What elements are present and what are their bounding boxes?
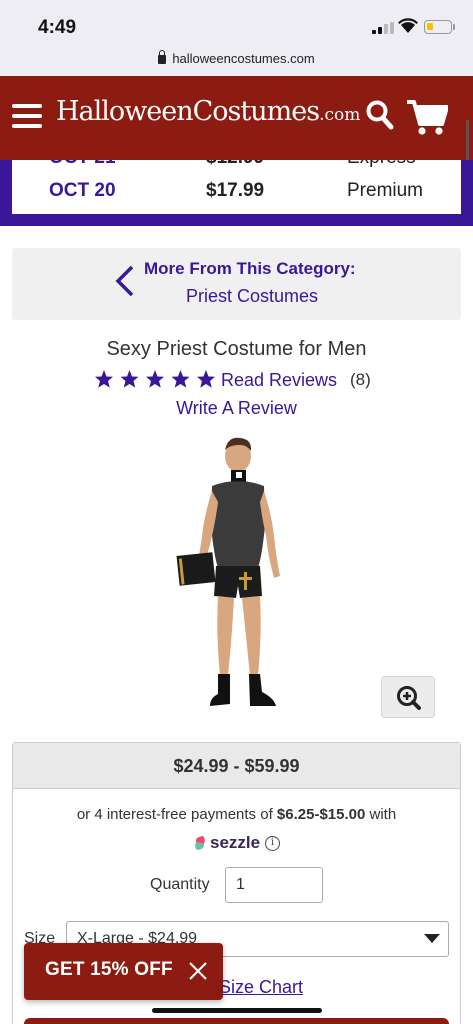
shipping-method: Express [347,160,416,169]
shipping-row: OCT 21 $12.99 Express [12,160,461,177]
installments-suffix: with [365,806,397,823]
shipping-row: OCT 20 $17.99 Premium [12,180,461,210]
shipping-date: OCT 21 [49,160,116,169]
chevron-down-icon[interactable] [424,934,440,943]
site-logo[interactable]: HalloweenCostumes.com [56,96,360,127]
url-text: halloweencostumes.com [172,51,315,66]
product-image[interactable] [170,436,300,714]
star-rating [95,370,215,388]
shipping-price: $12.99 [206,160,264,169]
star-icon [197,370,215,388]
write-review-link[interactable]: Write A Review [0,398,473,419]
add-to-cart-button[interactable] [24,1018,449,1024]
sezzle-brand[interactable]: sezzle [210,833,260,853]
category-link[interactable]: Priest Costumes [186,286,318,307]
cart-icon[interactable] [406,98,448,136]
star-icon [171,370,190,388]
price-range: $24.99 - $59.99 [13,743,460,789]
search-icon[interactable] [366,100,394,130]
star-icon [95,370,113,388]
promo-label[interactable]: GET 15% OFF [45,959,173,981]
installments-prefix: or 4 interest-free payments of [76,806,277,823]
read-reviews-link[interactable]: Read Reviews [221,370,337,391]
installments-amount: $6.25-$15.00 [276,806,366,823]
review-count: (8) [350,370,371,389]
lock-icon [158,50,167,64]
cellular-signal-icon [372,22,394,34]
menu-icon[interactable] [12,104,42,130]
shipping-table: OCT 21 $12.99 Express OCT 20 $17.99 Prem… [12,160,461,214]
star-icon [146,370,164,388]
logo-tld: .com [319,105,361,125]
chevron-left-icon[interactable] [115,265,135,297]
installments-text: or 4 interest-free payments of $6.25-$15… [0,806,473,823]
close-icon[interactable] [188,961,208,981]
star-icon [120,370,139,388]
url-bar[interactable]: halloweencostumes.com [0,48,473,76]
home-indicator[interactable] [152,1008,322,1013]
battery-tip [453,24,455,30]
wifi-icon [398,18,418,33]
shipping-date: OCT 20 [49,180,116,201]
info-icon[interactable]: i [265,836,280,851]
shipping-price: $17.99 [206,180,265,201]
quantity-input[interactable]: 1 [225,867,323,903]
category-heading: More From This Category: [144,259,356,278]
logo-main: HalloweenCostumes [56,96,320,127]
zoom-button[interactable] [381,676,435,718]
shipping-method: Premium [347,180,424,201]
quantity-label: Quantity [150,876,210,893]
status-time: 4:49 [38,17,77,38]
sezzle-logo-icon [195,836,205,850]
battery-icon [424,20,452,34]
zoom-in-icon [397,686,421,710]
product-title: Sexy Priest Costume for Men [106,338,367,360]
size-chart-link[interactable]: Size Chart [219,977,303,998]
